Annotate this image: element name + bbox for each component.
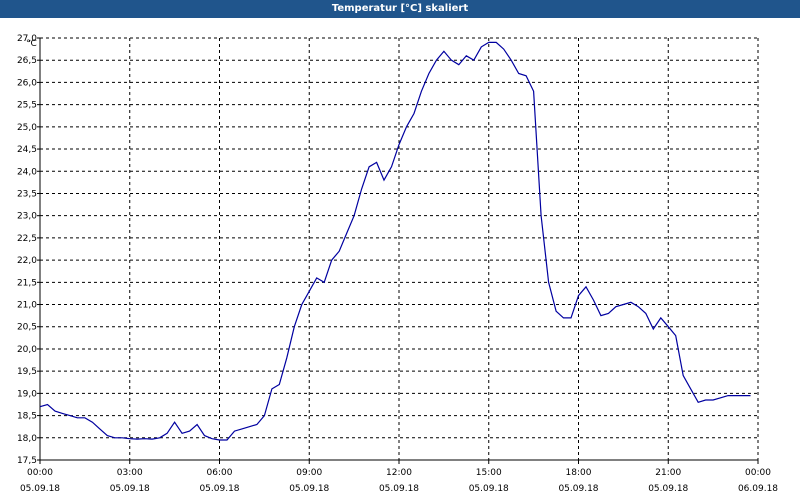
- x-tick-time: 00:00: [745, 468, 771, 478]
- y-tick-label: 18,5: [17, 412, 37, 422]
- y-tick-label: 24,5: [17, 145, 37, 155]
- y-tick-label: 23,5: [17, 189, 37, 199]
- x-tick-time: 18:00: [566, 468, 592, 478]
- x-tick-time: 00:00: [27, 468, 53, 478]
- y-tick-label: 19,5: [17, 367, 37, 377]
- x-tick-time: 06:00: [207, 468, 233, 478]
- y-tick-label: 22,0: [17, 256, 37, 266]
- axes: [37, 37, 759, 464]
- y-tick-label: 26,5: [17, 56, 37, 66]
- y-tick-label: 20,0: [17, 345, 37, 355]
- x-tick-time: 15:00: [476, 468, 502, 478]
- x-tick-date: 05.09.18: [469, 484, 509, 494]
- y-tick-label: 22,5: [17, 234, 37, 244]
- y-tick-labels: 17,5 18,0 18,5 19,0 19,5 20,0 20,5 21,0 21,5 22,0…: [17, 34, 37, 466]
- x-tick-date: 05.09.18: [199, 484, 239, 494]
- x-tick-date: 05.09.18: [558, 484, 598, 494]
- x-tick-time: 21:00: [655, 468, 681, 478]
- y-tick-label: 21,5: [17, 278, 37, 288]
- chart-title: Temperatur [°C] skaliert: [0, 0, 800, 18]
- y-tick-label: 19,0: [17, 389, 37, 399]
- x-tick-time: 03:00: [117, 468, 143, 478]
- x-tick-date: 05.09.18: [110, 484, 150, 494]
- y-tick-label: 25,5: [17, 101, 37, 111]
- x-tick-time: 09:00: [296, 468, 322, 478]
- y-tick-label: 17,5: [17, 456, 37, 466]
- x-tick-time: 12:00: [386, 468, 412, 478]
- x-tick-date: 05.09.18: [379, 484, 419, 494]
- y-tick-label: 26,0: [17, 78, 37, 88]
- y-tick-label: 25,0: [17, 123, 37, 133]
- x-tick-date: 05.09.18: [648, 484, 688, 494]
- series-line: [39, 41, 751, 441]
- x-tick-date: 05.09.18: [20, 484, 60, 494]
- x-tick-date: 06.09.18: [738, 484, 778, 494]
- grid: [40, 37, 758, 460]
- x-tick-date: 05.09.18: [289, 484, 329, 494]
- y-tick-label: 24,0: [17, 167, 37, 177]
- y-tick-label: 18,0: [17, 434, 37, 444]
- x-tick-labels: 00:00 05.09.18 03:00 05.09.18 06:00 05.09.18 0…: [20, 468, 778, 494]
- temperature-chart: 17,5 18,0 18,5 19,0 19,5 20,0 20,5 21,0 21,5 22,0…: [17, 34, 778, 494]
- y-tick-label: 23,0: [17, 212, 37, 222]
- y-tick-label: 21,0: [17, 301, 37, 311]
- series: [39, 41, 751, 441]
- y-tick-label: 20,5: [17, 323, 37, 333]
- y-axis-unit: °C: [26, 39, 37, 49]
